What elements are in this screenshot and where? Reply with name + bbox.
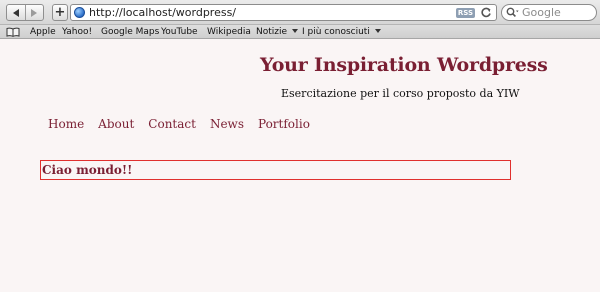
address-bar[interactable]: http://localhost/wordpress/ RSS: [70, 4, 497, 21]
browser-toolbar: + http://localhost/wordpress/ RSS: [0, 0, 600, 25]
globe-icon: [74, 7, 85, 18]
bookmark-folder-notizie[interactable]: Notizie: [256, 26, 299, 38]
site-title[interactable]: Your Inspiration Wordpress: [260, 54, 548, 76]
bookmark-google-maps[interactable]: Google Maps: [101, 26, 159, 38]
search-box[interactable]: [501, 4, 597, 21]
post-title-link[interactable]: Ciao mondo!!: [42, 163, 132, 177]
bookmark-wikipedia[interactable]: Wikipedia: [207, 26, 251, 38]
bookmark-youtube[interactable]: YouTube: [161, 26, 198, 38]
menu-item-home[interactable]: Home: [48, 117, 84, 131]
rss-badge[interactable]: RSS: [455, 7, 475, 18]
navigation-buttons: [6, 4, 44, 21]
bookmarks-bar: Apple Yahoo! Google Maps YouTube Wikiped…: [0, 25, 600, 39]
web-page: Your Inspiration Wordpress Esercitazione…: [0, 40, 600, 292]
post-box: Ciao mondo!!: [40, 160, 511, 180]
back-arrow-icon: [12, 8, 19, 17]
bookmark-apple[interactable]: Apple: [30, 26, 56, 38]
search-input[interactable]: [522, 6, 592, 19]
add-bookmark-button[interactable]: +: [52, 4, 68, 21]
forward-button[interactable]: [24, 5, 43, 20]
chevron-down-icon: [292, 29, 299, 33]
plus-icon: +: [54, 5, 66, 20]
menu-item-about[interactable]: About: [98, 117, 134, 131]
reload-icon[interactable]: [479, 6, 493, 20]
menu-item-news[interactable]: News: [210, 117, 244, 131]
site-description: Esercitazione per il corso proposto da Y…: [281, 87, 520, 100]
main-menu: Home About Contact News Portfolio: [48, 117, 324, 131]
bookmark-folder-piu-conosciuti[interactable]: I più conosciuti: [302, 26, 381, 38]
back-button[interactable]: [7, 5, 25, 20]
menu-item-contact[interactable]: Contact: [148, 117, 196, 131]
open-book-icon[interactable]: [6, 27, 20, 37]
bookmark-yahoo[interactable]: Yahoo!: [62, 26, 92, 38]
menu-item-portfolio[interactable]: Portfolio: [258, 117, 310, 131]
forward-arrow-icon: [31, 8, 38, 17]
search-magnifier-icon: [506, 7, 519, 17]
chevron-down-icon: [374, 29, 381, 33]
address-url[interactable]: http://localhost/wordpress/: [89, 6, 456, 19]
